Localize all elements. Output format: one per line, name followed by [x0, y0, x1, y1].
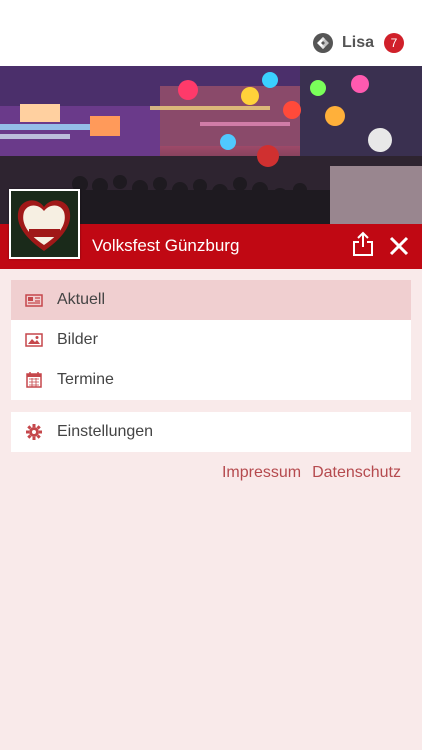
menu-item-termine[interactable]: Termine	[11, 360, 411, 400]
user-menu[interactable]: Lisa 7	[312, 31, 404, 55]
share-button[interactable]	[352, 231, 374, 257]
app-logo-icon	[312, 32, 334, 54]
datenschutz-link[interactable]: Datenschutz	[312, 464, 401, 482]
user-name: Lisa	[341, 34, 374, 51]
impressum-link[interactable]: Impressum	[222, 464, 301, 482]
menu-item-label: Bilder	[57, 331, 98, 348]
main-menu: Aktuell Bilder Termine	[11, 280, 411, 400]
image-icon	[25, 331, 43, 349]
menu-item-label: Aktuell	[57, 291, 106, 308]
settings-menu: Einstellungen	[11, 412, 411, 452]
menu-item-einstellungen[interactable]: Einstellungen	[11, 412, 411, 452]
newspaper-icon	[25, 291, 43, 309]
share-icon	[353, 231, 373, 256]
event-title: Volksfest Günzburg	[92, 236, 240, 255]
menu-item-label: Einstellungen	[57, 423, 154, 440]
gear-icon	[25, 423, 43, 441]
event-logo	[9, 189, 80, 259]
close-button[interactable]	[389, 236, 409, 256]
menu-item-bilder[interactable]: Bilder	[11, 320, 411, 360]
close-icon	[389, 236, 409, 256]
menu-item-aktuell[interactable]: Aktuell	[11, 280, 411, 320]
notification-badge[interactable]: 7	[384, 33, 404, 53]
menu-item-label: Termine	[57, 371, 114, 388]
footer-links: Impressum Datenschutz	[222, 464, 401, 482]
top-bar: Lisa 7	[0, 0, 422, 66]
calendar-icon	[25, 371, 43, 389]
